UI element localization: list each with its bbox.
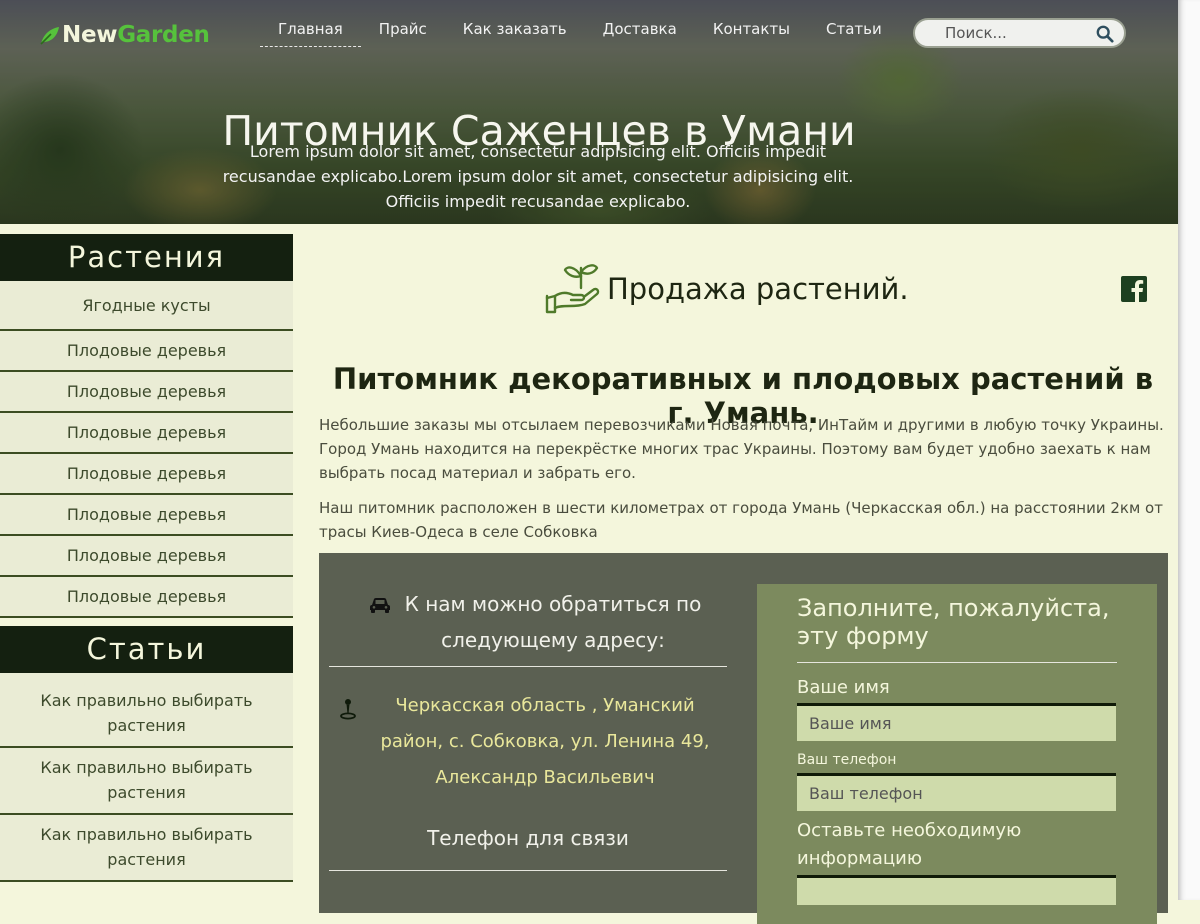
logo-text-new: New <box>62 22 118 48</box>
intro-paragraph: Небольшие заказы мы отсылаем перевозчика… <box>319 416 1164 482</box>
sidebar-item-fruit-trees[interactable]: Плодовые деревья <box>0 413 293 454</box>
phone-label: Ваш телефон <box>797 752 897 768</box>
search-box <box>913 18 1126 48</box>
sidebar-item-fruit-trees[interactable]: Плодовые деревья <box>0 577 293 618</box>
form-title: Заполните, пожалуйста, эту форму <box>797 594 1117 663</box>
search-icon[interactable] <box>1096 25 1114 43</box>
location-pin-icon <box>340 699 356 720</box>
sidebar: Растения Ягодные кусты Плодовые деревья … <box>0 234 293 882</box>
logo-text-garden: Garden <box>117 22 210 48</box>
info-textarea[interactable] <box>797 875 1116 905</box>
sidebar-item-fruit-trees[interactable]: Плодовые деревья <box>0 372 293 413</box>
contact-address: Черкасская область , Уманский район, с. … <box>329 667 727 796</box>
nav-item-contacts[interactable]: Контакты <box>695 20 808 47</box>
name-field[interactable] <box>797 703 1116 741</box>
contact-heading: К нам можно обратиться по следующему адр… <box>329 553 727 658</box>
contact-info: К нам можно обратиться по следующему адр… <box>329 553 727 871</box>
nav-item-price[interactable]: Прайс <box>361 20 445 47</box>
nav-item-home[interactable]: Главная <box>260 20 361 47</box>
page-title-text: Продажа растений. <box>607 272 909 306</box>
logo[interactable]: NewGarden <box>38 22 210 48</box>
page-edge <box>1178 0 1200 900</box>
sidebar-item-fruit-trees[interactable]: Плодовые деревья <box>0 331 293 372</box>
nav-item-articles[interactable]: Статьи <box>808 20 900 47</box>
facebook-icon[interactable] <box>1121 276 1147 302</box>
car-icon <box>370 598 390 613</box>
sidebar-item-berry-bushes[interactable]: Ягодные кусты <box>0 281 293 331</box>
sidebar-article-link[interactable]: Как правильно выбирать растения <box>0 673 293 748</box>
name-label: Ваше имя <box>797 677 890 698</box>
contact-phone-title: Телефон для связи <box>427 826 629 850</box>
main-nav: Главная Прайс Как заказать Доставка Конт… <box>260 20 900 47</box>
contact-form: Заполните, пожалуйста, эту форму Ваше им… <box>757 584 1157 924</box>
leaf-icon <box>40 27 59 45</box>
sidebar-item-fruit-trees[interactable]: Плодовые деревья <box>0 536 293 577</box>
nav-item-how-to-order[interactable]: Как заказать <box>445 20 585 47</box>
sidebar-article-link[interactable]: Как правильно выбирать растения <box>0 815 293 882</box>
contact-address-text: Черкасская область , Уманский район, с. … <box>380 695 710 788</box>
contact-section: К нам можно обратиться по следующему адр… <box>319 553 1168 924</box>
divider <box>329 870 727 871</box>
contact-heading-text: К нам можно обратиться по следующему адр… <box>404 592 702 652</box>
info-label: Оставьте необходимую информацию <box>797 820 1022 869</box>
sidebar-plants-title: Растения <box>0 234 293 281</box>
search-input[interactable] <box>915 23 1090 43</box>
sidebar-divider <box>0 618 293 626</box>
hero-text: Lorem ipsum dolor sit amet, consectetur … <box>222 142 854 211</box>
hand-sprout-icon <box>545 264 600 314</box>
sidebar-articles-title: Статьи <box>0 626 293 673</box>
location-paragraph: Наш питомник расположен в шести километр… <box>319 499 1163 541</box>
page-title: Продажа растений. <box>545 262 909 316</box>
sidebar-article-link[interactable]: Как правильно выбирать растения <box>0 748 293 815</box>
sidebar-item-fruit-trees[interactable]: Плодовые деревья <box>0 454 293 495</box>
sidebar-item-fruit-trees[interactable]: Плодовые деревья <box>0 495 293 536</box>
phone-field[interactable] <box>797 773 1116 811</box>
nav-item-delivery[interactable]: Доставка <box>585 20 695 47</box>
